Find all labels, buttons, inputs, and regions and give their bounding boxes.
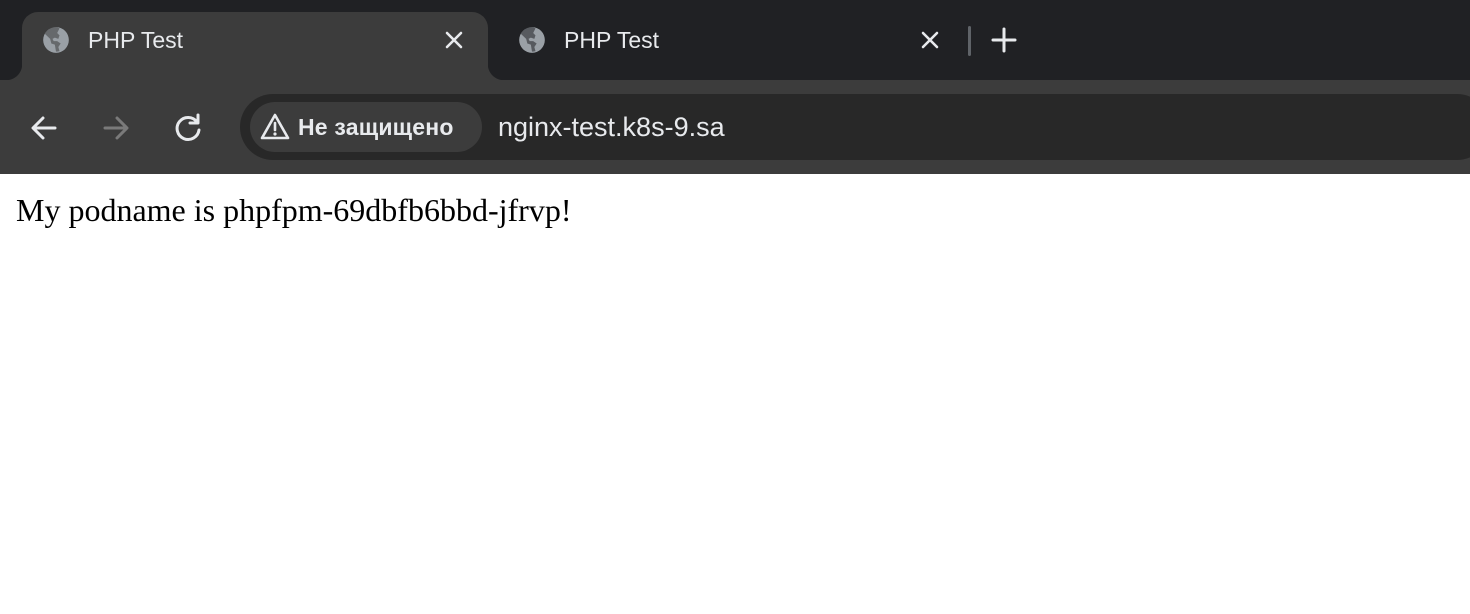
tab-separator	[968, 26, 971, 56]
tab-inactive[interactable]: PHP Test	[498, 12, 964, 80]
globe-icon	[43, 27, 69, 53]
forward-button[interactable]	[96, 108, 136, 148]
security-indicator-button[interactable]: Не защищено	[250, 102, 482, 152]
arrow-left-icon	[31, 116, 57, 140]
new-tab-button[interactable]	[988, 24, 1020, 56]
tab-title: PHP Test	[88, 27, 184, 53]
tab-strip: PHP Test PHP Test	[0, 0, 1470, 80]
reload-icon	[175, 113, 201, 141]
toolbar: Не защищено nginx-test.k8s-9.sa	[0, 80, 1470, 174]
podname-text: My podname is phpfpm-69dbfb6bbd-jfrvp!	[16, 192, 572, 228]
arrow-right-icon	[103, 116, 129, 140]
reload-button[interactable]	[168, 108, 208, 148]
security-label: Не защищено	[298, 113, 454, 140]
plus-icon	[991, 27, 1017, 53]
close-icon[interactable]	[440, 26, 468, 54]
tab-active[interactable]: PHP Test	[6, 12, 504, 80]
close-icon[interactable]	[916, 26, 944, 54]
url-text[interactable]: nginx-test.k8s-9.sa	[498, 111, 725, 143]
page-content: My podname is phpfpm-69dbfb6bbd-jfrvp!	[0, 174, 1470, 614]
back-button[interactable]	[24, 108, 64, 148]
address-bar[interactable]: Не защищено nginx-test.k8s-9.sa	[240, 94, 1470, 160]
warning-triangle-icon	[260, 113, 290, 140]
globe-icon	[519, 27, 545, 53]
tab-title: PHP Test	[564, 27, 660, 53]
